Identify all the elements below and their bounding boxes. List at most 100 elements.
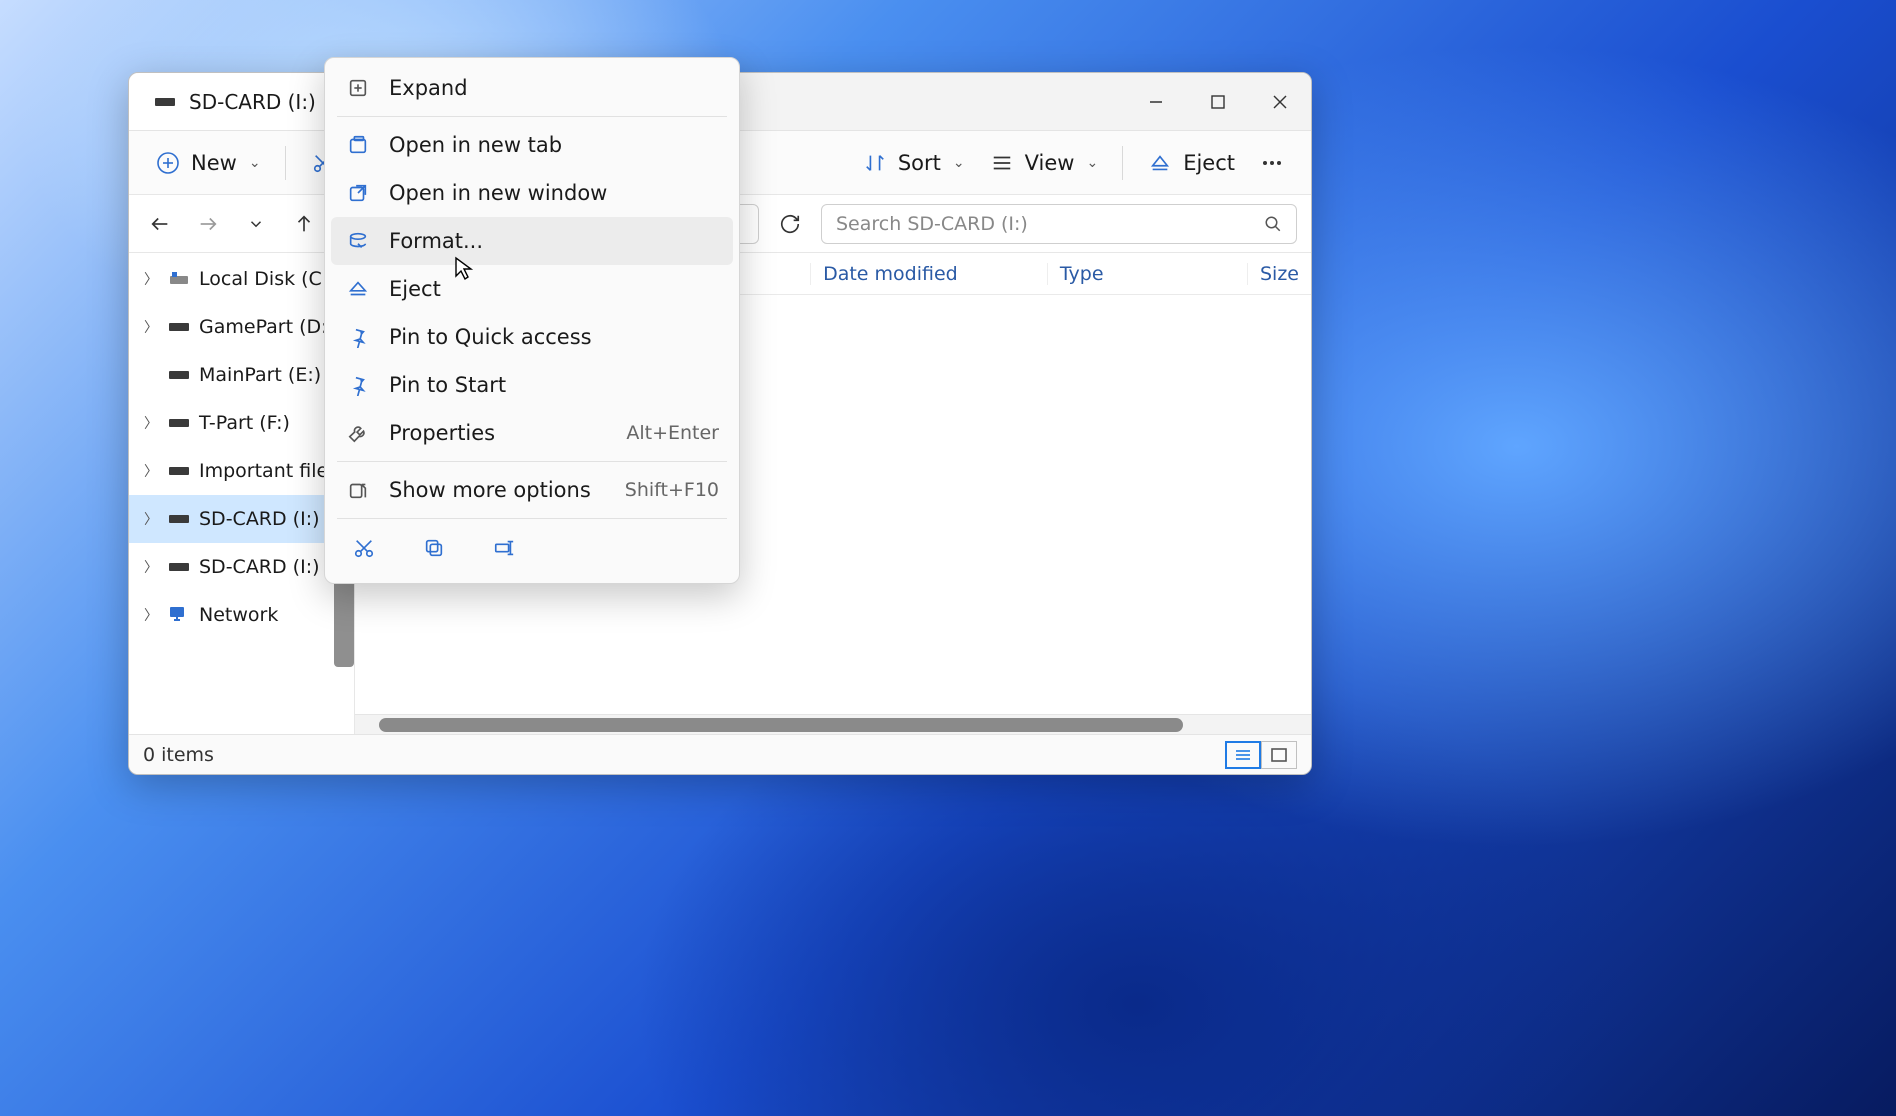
chevron-right-icon[interactable]: 〉 [143, 269, 159, 289]
tab-active[interactable]: SD-CARD (I:) [129, 73, 341, 130]
new-tab-icon [345, 132, 371, 158]
menu-icon-row [331, 523, 733, 577]
chevron-down-icon: ⌄ [249, 155, 261, 171]
menu-item-new-tab[interactable]: Open in new tab [331, 121, 733, 169]
tree-item-label: Network [199, 604, 278, 626]
search-input[interactable]: Search SD-CARD (I:) [821, 204, 1297, 244]
eject-icon [345, 276, 371, 302]
refresh-icon [779, 213, 801, 235]
more-icon [345, 477, 371, 503]
menu-item-label: Expand [389, 76, 468, 100]
copy-icon [423, 537, 445, 563]
menu-separator [337, 518, 727, 519]
chevron-right-icon[interactable]: 〉 [143, 317, 159, 337]
tree-item[interactable]: 〉MainPart (E:) [129, 351, 354, 399]
menu-item-label: Pin to Quick access [389, 325, 592, 349]
sort-button[interactable]: Sort ⌄ [852, 144, 975, 182]
tree-item[interactable]: 〉 SD-CARD (I:) [129, 495, 354, 543]
menu-item-format[interactable]: Format... [331, 217, 733, 265]
drive-icon [167, 419, 191, 427]
tree-item[interactable]: 〉 Network [129, 591, 354, 639]
tree-item[interactable]: 〉T-Part (F:) [129, 399, 354, 447]
chevron-down-icon: ⌄ [953, 155, 965, 171]
tree-item[interactable]: 〉Local Disk (C:) [129, 255, 354, 303]
scrollbar-thumb[interactable] [379, 718, 1183, 732]
minimize-button[interactable] [1125, 73, 1187, 131]
ellipsis-icon [1259, 150, 1285, 176]
view-label: View [1025, 151, 1075, 175]
chevron-down-icon: ⌄ [1086, 155, 1098, 171]
arrow-right-icon [197, 213, 219, 235]
chevron-right-icon[interactable]: 〉 [143, 557, 159, 577]
tree-item-label: SD-CARD (I:) [199, 508, 320, 530]
menu-item-label: Show more options [389, 478, 591, 502]
back-button[interactable] [143, 207, 177, 241]
menu-separator [337, 116, 727, 117]
new-button[interactable]: New ⌄ [145, 144, 271, 182]
view-toggles [1225, 741, 1297, 769]
maximize-button[interactable] [1187, 73, 1249, 131]
drive-icon [153, 98, 177, 106]
more-button[interactable] [1249, 144, 1295, 182]
tab-title: SD-CARD (I:) [189, 90, 316, 114]
plus-circle-icon [155, 150, 181, 176]
context-menu: Expand Open in new tab Open in new windowF… [324, 57, 740, 584]
menu-item-label: Pin to Start [389, 373, 506, 397]
menu-separator [337, 461, 727, 462]
list-icon [1234, 748, 1252, 762]
eject-label: Eject [1183, 151, 1235, 175]
menu-item-pin[interactable]: Pin to Quick access [331, 313, 733, 361]
refresh-button[interactable] [773, 207, 807, 241]
menu-shortcut: Shift+F10 [625, 479, 719, 501]
menu-item-eject[interactable]: Eject [331, 265, 733, 313]
close-icon [1272, 94, 1288, 110]
chevron-right-icon[interactable]: 〉 [143, 413, 159, 433]
tree-item-label: SD-CARD (I:) [199, 556, 320, 578]
menu-item-pin[interactable]: Pin to Start [331, 361, 733, 409]
menu-item-wrench[interactable]: Properties Alt+Enter [331, 409, 733, 457]
pin-icon [345, 324, 371, 350]
status-bar: 0 items [129, 734, 1311, 774]
arrow-left-icon [149, 213, 171, 235]
close-button[interactable] [1249, 73, 1311, 131]
arrow-up-icon [293, 213, 315, 235]
copy-button[interactable] [417, 533, 451, 567]
chevron-right-icon[interactable]: 〉 [143, 605, 159, 625]
menu-shortcut: Alt+Enter [626, 422, 719, 444]
network-icon [167, 605, 191, 625]
view-list-icon [989, 150, 1015, 176]
rename-button[interactable] [487, 533, 521, 567]
column-size[interactable]: Size [1248, 263, 1311, 285]
status-item-count: 0 items [143, 744, 214, 766]
tree-item[interactable]: 〉Important files [129, 447, 354, 495]
eject-button[interactable]: Eject [1137, 144, 1245, 182]
recent-button[interactable] [239, 207, 273, 241]
sort-label: Sort [898, 151, 941, 175]
thumbnails-view-toggle[interactable] [1261, 741, 1297, 769]
menu-item-label: Properties [389, 421, 495, 445]
up-button[interactable] [287, 207, 321, 241]
new-window-icon [345, 180, 371, 206]
menu-item-label: Open in new tab [389, 133, 562, 157]
drive-icon [167, 323, 191, 331]
drive-icon [167, 563, 191, 571]
tree-item[interactable]: 〉 SD-CARD (I:) [129, 543, 354, 591]
drive-icon [167, 515, 191, 523]
menu-item-expand[interactable]: Expand [331, 64, 733, 112]
tree-item[interactable]: 〉GamePart (D:) [129, 303, 354, 351]
view-button[interactable]: View ⌄ [979, 144, 1109, 182]
forward-button[interactable] [191, 207, 225, 241]
rename-icon [493, 537, 515, 563]
cut-button[interactable] [347, 533, 381, 567]
column-date[interactable]: Date modified [811, 263, 1048, 285]
expand-icon [345, 75, 371, 101]
column-type[interactable]: Type [1048, 263, 1248, 285]
menu-item-label: Eject [389, 277, 441, 301]
horizontal-scrollbar[interactable] [355, 714, 1311, 734]
pin-icon [345, 372, 371, 398]
menu-item-new-window[interactable]: Open in new window [331, 169, 733, 217]
chevron-right-icon[interactable]: 〉 [143, 461, 159, 481]
menu-item-more[interactable]: Show more options Shift+F10 [331, 466, 733, 514]
chevron-right-icon[interactable]: 〉 [143, 509, 159, 529]
details-view-toggle[interactable] [1225, 741, 1261, 769]
